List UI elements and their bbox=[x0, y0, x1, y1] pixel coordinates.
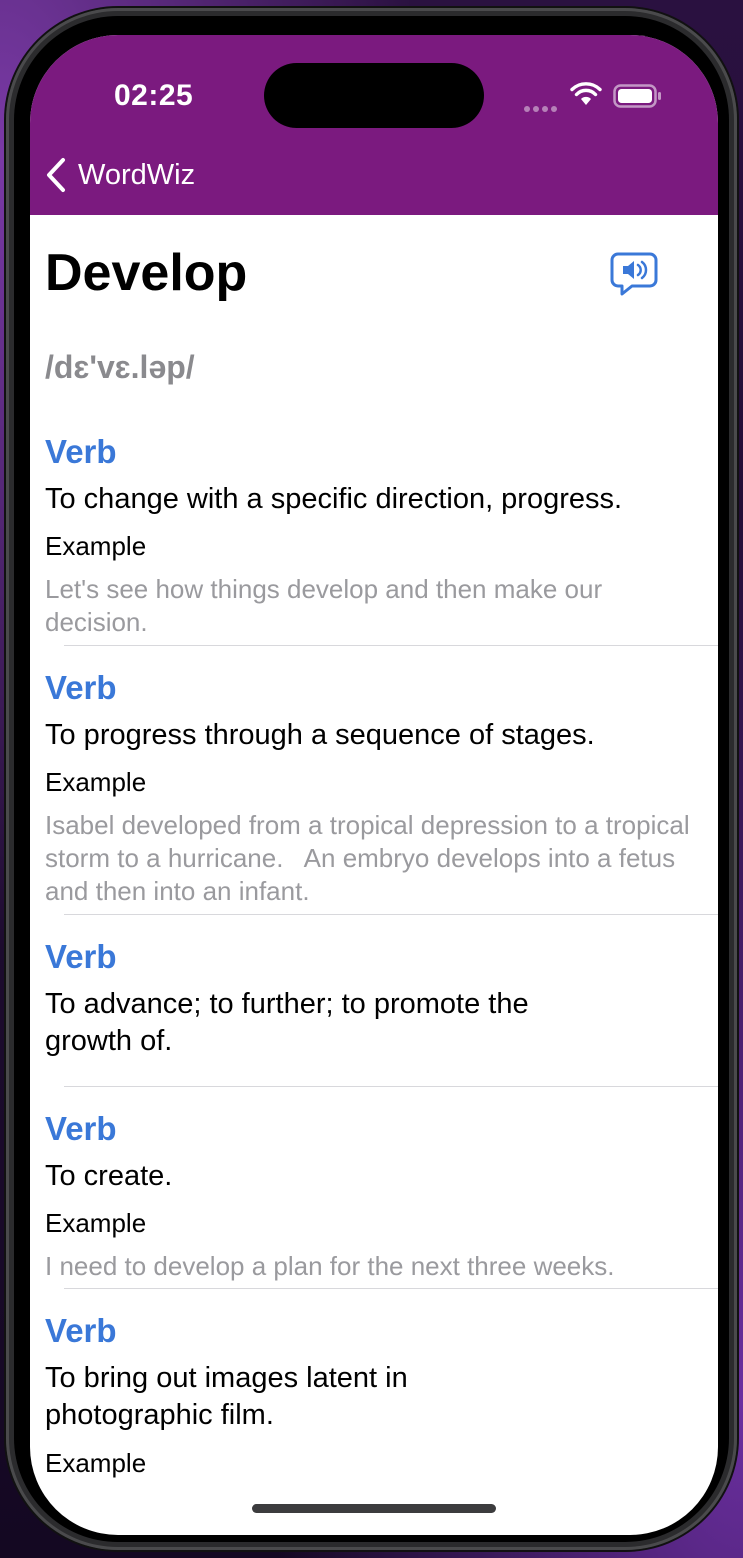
definition-entry: Verb To create. Example I need to develo… bbox=[30, 1110, 718, 1290]
example-text: Isabel developed from a tropical depress… bbox=[45, 810, 697, 906]
example-text: I need to develop a plan for the next th… bbox=[45, 1251, 615, 1281]
example-text: Let's see how things develop and then ma… bbox=[45, 574, 603, 637]
app-screen: 02:25 WordWiz Develop /dɛ'vɛ.ləp/ Verb T… bbox=[30, 35, 718, 1535]
definition-text: To advance; to further; to promote the g… bbox=[45, 988, 529, 1057]
pronunciation-text: /dɛ'vɛ.ləp/ bbox=[45, 349, 195, 385]
word-detail-content[interactable]: Develop /dɛ'vɛ.ləp/ Verb To change with … bbox=[30, 215, 718, 1535]
home-indicator[interactable] bbox=[252, 1504, 496, 1513]
definition-text: To create. bbox=[45, 1160, 173, 1192]
wifi-icon bbox=[570, 82, 602, 105]
chevron-left-icon bbox=[47, 158, 65, 192]
navigation-bar: 02:25 WordWiz bbox=[30, 35, 718, 215]
example-label: Example bbox=[45, 1448, 147, 1478]
part-of-speech: Verb bbox=[45, 1110, 117, 1147]
example-label: Example bbox=[45, 531, 147, 561]
part-of-speech: Verb bbox=[45, 938, 117, 975]
row-separator bbox=[64, 914, 718, 915]
word-title: Develop bbox=[45, 244, 248, 302]
row-separator bbox=[64, 1086, 718, 1087]
definition-entry: Verb To progress through a sequence of s… bbox=[30, 669, 718, 906]
example-label: Example bbox=[45, 767, 147, 797]
row-separator bbox=[64, 1288, 718, 1289]
definition-entry: Verb To bring out images latent in photo… bbox=[30, 1312, 718, 1512]
part-of-speech: Verb bbox=[45, 669, 117, 706]
example-label: Example bbox=[45, 1208, 147, 1238]
back-button[interactable]: WordWiz bbox=[44, 155, 195, 195]
definition-text: To change with a specific direction, pro… bbox=[45, 483, 623, 515]
status-time: 02:25 bbox=[114, 79, 194, 112]
dynamic-island bbox=[264, 63, 484, 128]
definition-entry: Verb To change with a specific direction… bbox=[30, 433, 718, 637]
definition-entry: Verb To advance; to further; to promote … bbox=[30, 938, 718, 1078]
speaker-bubble-icon[interactable] bbox=[610, 251, 658, 297]
definition-text: To progress through a sequence of stages… bbox=[45, 719, 595, 751]
part-of-speech: Verb bbox=[45, 1312, 117, 1349]
cellular-signal-icon bbox=[524, 99, 562, 112]
back-label: WordWiz bbox=[78, 158, 196, 191]
battery-icon bbox=[613, 84, 661, 108]
part-of-speech: Verb bbox=[45, 433, 117, 470]
row-separator bbox=[64, 645, 718, 646]
definition-text: To bring out images latent in photograph… bbox=[45, 1362, 408, 1431]
